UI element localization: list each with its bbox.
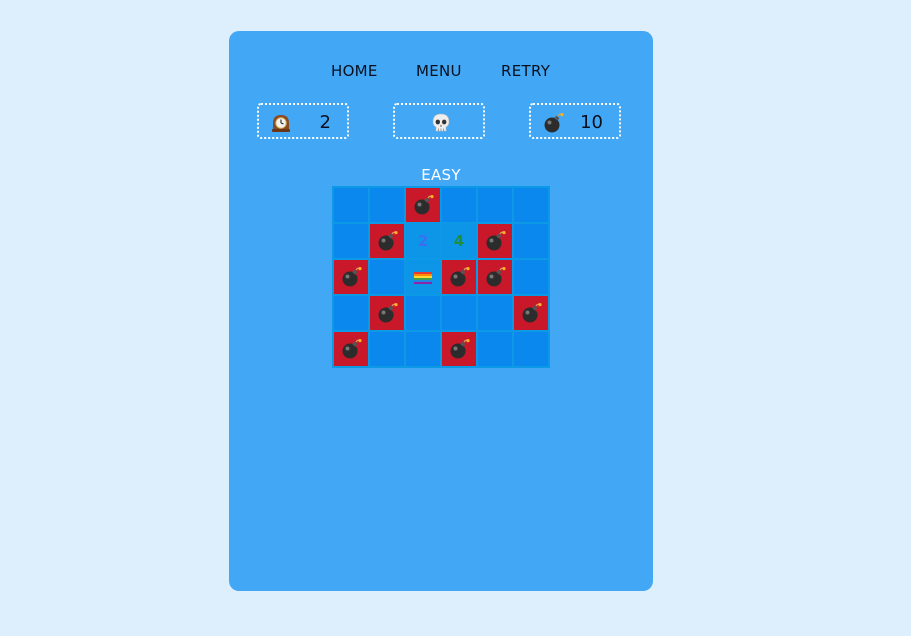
- retry-button[interactable]: RETRY: [501, 61, 550, 81]
- mine-count-value: 10: [580, 112, 603, 133]
- hidden-cell[interactable]: [514, 188, 548, 222]
- hidden-cell[interactable]: [370, 260, 404, 294]
- hidden-cell[interactable]: [442, 188, 476, 222]
- timer-value: 2: [319, 112, 331, 133]
- hidden-cell[interactable]: [370, 332, 404, 366]
- hidden-cell[interactable]: [478, 296, 512, 330]
- minefield-grid: 24: [332, 186, 550, 368]
- mine-cell[interactable]: [370, 224, 404, 258]
- hidden-cell[interactable]: [514, 332, 548, 366]
- hidden-cell[interactable]: [478, 332, 512, 366]
- top-nav: HOME MENU RETRY: [229, 61, 653, 81]
- hidden-cell[interactable]: [406, 296, 440, 330]
- hidden-cell[interactable]: [514, 260, 548, 294]
- mine-cell[interactable]: [478, 260, 512, 294]
- game-panel: HOME MENU RETRY 2 10 EASY 2 4: [229, 31, 653, 591]
- mine-counter: 10: [529, 103, 621, 139]
- hidden-cell[interactable]: [478, 188, 512, 222]
- adjacent-mine-count: 4: [453, 232, 465, 250]
- hidden-cell[interactable]: [406, 332, 440, 366]
- timer-display: 2: [257, 103, 349, 139]
- hidden-cell[interactable]: [334, 188, 368, 222]
- skull-icon: [430, 112, 452, 134]
- hidden-cell[interactable]: [334, 296, 368, 330]
- mine-cell[interactable]: [406, 188, 440, 222]
- difficulty-label: EASY: [421, 166, 461, 184]
- hidden-cell[interactable]: [370, 188, 404, 222]
- menu-button[interactable]: MENU: [416, 61, 462, 81]
- mine-cell[interactable]: [442, 260, 476, 294]
- number-cell[interactable]: 2: [406, 224, 440, 258]
- status-face-button[interactable]: [393, 103, 485, 139]
- mantelpiece-clock-icon: [270, 112, 292, 134]
- mine-cell[interactable]: [478, 224, 512, 258]
- mine-cell[interactable]: [370, 296, 404, 330]
- mine-cell[interactable]: [514, 296, 548, 330]
- hidden-cell[interactable]: [442, 296, 476, 330]
- bomb-icon: [542, 112, 564, 134]
- adjacent-mine-count: 2: [417, 232, 429, 250]
- mine-cell[interactable]: [442, 332, 476, 366]
- home-button[interactable]: HOME: [331, 61, 378, 81]
- hidden-cell[interactable]: [514, 224, 548, 258]
- mine-cell[interactable]: [334, 260, 368, 294]
- flagged-cell[interactable]: [406, 260, 440, 294]
- hidden-cell[interactable]: [334, 224, 368, 258]
- mine-cell[interactable]: [334, 332, 368, 366]
- number-cell[interactable]: 4: [442, 224, 476, 258]
